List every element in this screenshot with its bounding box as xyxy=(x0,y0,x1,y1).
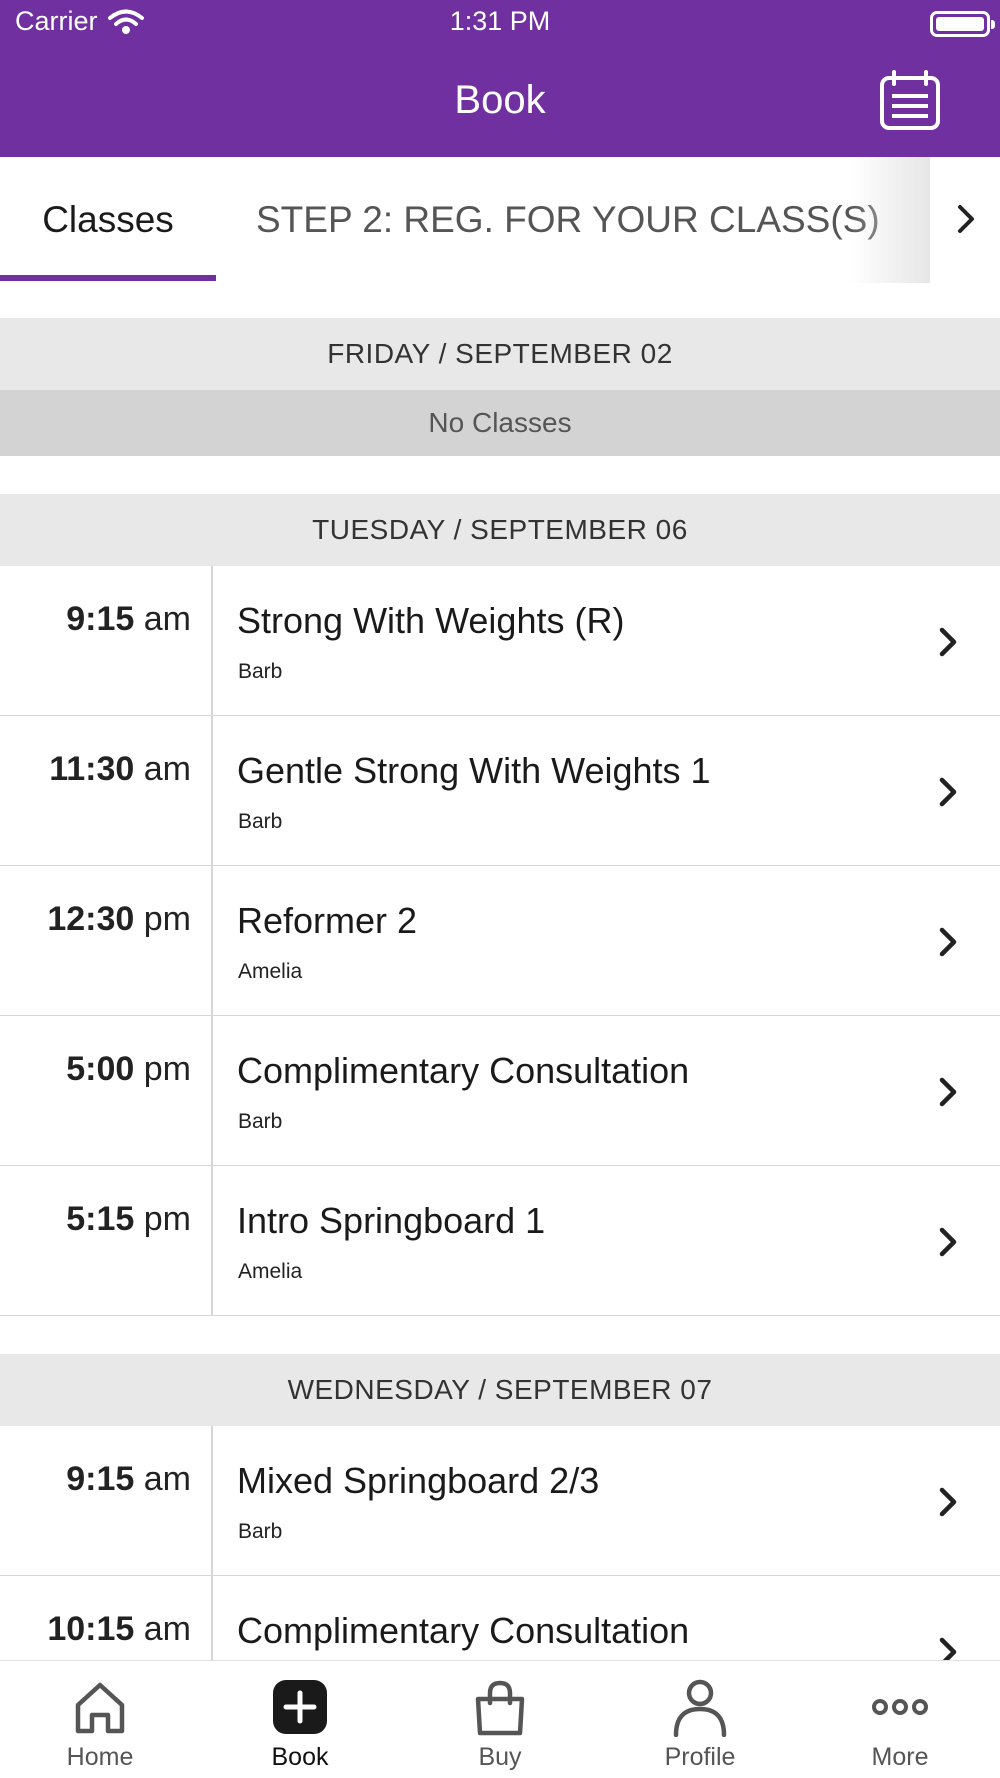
class-instructor: Barb xyxy=(238,1520,283,1543)
class-instructor: Amelia xyxy=(238,1260,303,1283)
class-time: 5:00 pm xyxy=(0,1016,213,1166)
status-time: 1:31 PM xyxy=(449,6,551,36)
tab-fade xyxy=(850,157,930,283)
class-time: 5:15 pm xyxy=(0,1166,213,1316)
chevron-right-icon xyxy=(939,1077,957,1107)
class-name: Strong With Weights (R) xyxy=(237,600,625,641)
class-row[interactable]: 5:15 pm Intro Springboard 1 Amelia xyxy=(0,1166,1000,1316)
nav-home[interactable]: Home xyxy=(0,1661,200,1778)
header: Carrier 1:31 PM Book xyxy=(0,0,1000,157)
more-icon xyxy=(872,1699,928,1715)
shopping-bag-icon xyxy=(475,1680,525,1736)
chevron-right-icon[interactable] xyxy=(944,197,988,241)
class-instructor: Amelia xyxy=(238,960,303,983)
person-icon xyxy=(673,1679,727,1737)
status-bar: Carrier 1:31 PM xyxy=(0,0,1000,44)
class-row[interactable]: 12:30 pm Reformer 2 Amelia xyxy=(0,866,1000,1016)
nav-home-label: Home xyxy=(66,1743,134,1771)
class-instructor: Barb xyxy=(238,810,283,833)
nav-more-label: More xyxy=(871,1743,929,1771)
nav-buy[interactable]: Buy xyxy=(400,1661,600,1778)
no-classes-label: No Classes xyxy=(0,390,1000,456)
class-row[interactable]: 9:15 am Strong With Weights (R) Barb xyxy=(0,566,1000,716)
class-row[interactable]: 5:00 pm Complimentary Consultation Barb xyxy=(0,1016,1000,1166)
page-title: Book xyxy=(454,78,546,122)
class-time: 9:15 am xyxy=(0,566,213,716)
nav-buy-label: Buy xyxy=(478,1743,522,1771)
chevron-right-icon xyxy=(939,777,957,807)
day-header: FRIDAY / SEPTEMBER 02 xyxy=(0,318,1000,390)
chevron-right-icon xyxy=(939,1487,957,1517)
home-icon xyxy=(75,1682,125,1734)
chevron-right-icon xyxy=(939,927,957,957)
active-tab-indicator xyxy=(0,275,216,281)
calendar-icon[interactable] xyxy=(878,70,942,132)
class-name: Intro Springboard 1 xyxy=(237,1200,546,1241)
class-name: Mixed Springboard 2/3 xyxy=(237,1460,600,1501)
day-header: WEDNESDAY / SEPTEMBER 07 xyxy=(0,1354,1000,1426)
plus-icon xyxy=(273,1680,327,1734)
class-name: Reformer 2 xyxy=(237,900,418,941)
nav-more[interactable]: More xyxy=(800,1661,1000,1778)
nav-book-label: Book xyxy=(271,1743,329,1771)
chevron-right-icon xyxy=(939,1227,957,1257)
class-instructor: Barb xyxy=(238,1110,283,1133)
nav-profile[interactable]: Profile xyxy=(600,1661,800,1778)
schedule-list: FRIDAY / SEPTEMBER 02 No Classes TUESDAY… xyxy=(0,318,1000,1726)
class-row[interactable]: 11:30 am Gentle Strong With Weights 1 Ba… xyxy=(0,716,1000,866)
class-instructor: Barb xyxy=(238,660,283,683)
class-name: Complimentary Consultation xyxy=(237,1610,690,1651)
class-time: 9:15 am xyxy=(0,1426,213,1576)
tab-bar: Classes STEP 2: REG. FOR YOUR CLASS(S) xyxy=(0,157,1000,283)
tab-step-2[interactable]: STEP 2: REG. FOR YOUR CLASS(S) xyxy=(240,157,930,283)
chevron-right-icon xyxy=(939,627,957,657)
nav-profile-label: Profile xyxy=(664,1743,736,1771)
tab-classes[interactable]: Classes xyxy=(0,157,216,283)
class-time: 12:30 pm xyxy=(0,866,213,1016)
class-name: Gentle Strong With Weights 1 xyxy=(237,750,711,791)
class-name: Complimentary Consultation xyxy=(237,1050,690,1091)
class-time: 11:30 am xyxy=(0,716,213,866)
day-header: TUESDAY / SEPTEMBER 06 xyxy=(0,494,1000,566)
nav-book[interactable]: Book xyxy=(200,1661,400,1778)
class-row[interactable]: 9:15 am Mixed Springboard 2/3 Barb xyxy=(0,1426,1000,1576)
battery-icon xyxy=(930,11,995,37)
bottom-nav: Home Book Buy Profile More xyxy=(0,1660,1000,1778)
